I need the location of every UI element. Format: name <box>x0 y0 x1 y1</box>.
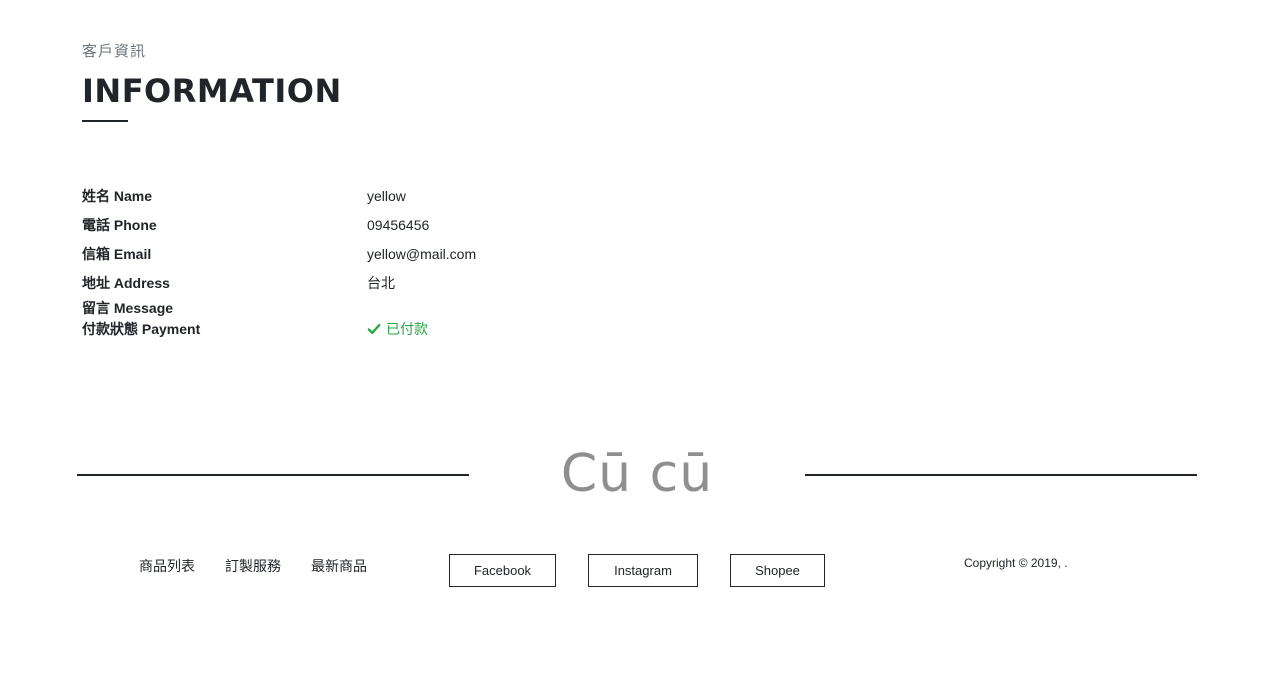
message-label: 留言 Message <box>82 299 174 316</box>
name-value: yellow <box>367 187 406 204</box>
phone-value: 09456456 <box>367 216 430 233</box>
instagram-button[interactable]: Instagram <box>588 554 698 587</box>
footer-nav: 商品列表 訂製服務 最新商品 <box>139 556 367 576</box>
payment-status: 已付款 <box>367 319 428 339</box>
facebook-button[interactable]: Facebook <box>449 554 556 587</box>
info-row-email: 信箱 Email yellow@mail.com <box>82 239 682 268</box>
info-row-payment: 付款狀態 Payment 已付款 <box>82 318 682 339</box>
page-header: 客戶資訊 INFORMATION <box>82 40 342 122</box>
footer-link-products[interactable]: 商品列表 <box>139 556 195 576</box>
address-value: 台北 <box>367 274 395 291</box>
phone-label: 電話 Phone <box>82 216 157 233</box>
page-subtitle: 客戶資訊 <box>82 43 147 60</box>
info-row-message: 留言 Message <box>82 297 682 318</box>
name-label: 姓名 Name <box>82 187 153 204</box>
page-title: INFORMATION <box>82 72 342 110</box>
payment-label: 付款狀態 Payment <box>82 320 201 337</box>
footer-brand: Cū cū <box>77 444 1197 504</box>
address-label: 地址 Address <box>82 274 170 291</box>
copyright: Copyright © 2019, . <box>964 556 1068 570</box>
title-underline <box>82 120 128 122</box>
shopee-button[interactable]: Shopee <box>730 554 825 587</box>
info-row-address: 地址 Address 台北 <box>82 268 682 297</box>
payment-value: 已付款 <box>386 320 428 337</box>
email-label: 信箱 Email <box>82 245 152 262</box>
check-icon <box>367 323 381 334</box>
footer-link-new[interactable]: 最新商品 <box>311 556 367 576</box>
divider-right <box>805 474 1197 476</box>
info-row-name: 姓名 Name yellow <box>82 181 682 210</box>
customer-info: 姓名 Name yellow 電話 Phone 09456456 信箱 Emai… <box>82 181 682 339</box>
info-row-phone: 電話 Phone 09456456 <box>82 210 682 239</box>
email-value: yellow@mail.com <box>367 245 477 262</box>
footer-link-custom[interactable]: 訂製服務 <box>225 556 281 576</box>
